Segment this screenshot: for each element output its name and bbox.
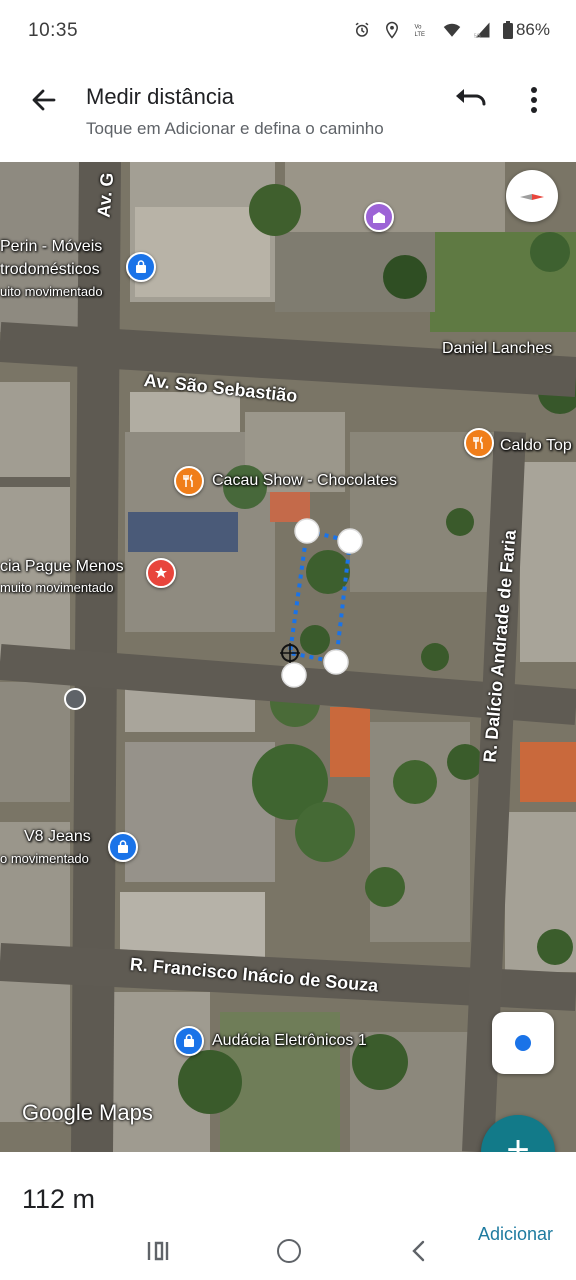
more-vert-icon[interactable] — [520, 82, 548, 118]
path-point-handle[interactable] — [323, 649, 349, 675]
bottom-panel: 112 m Adicionar — [0, 1152, 576, 1280]
page-title: Medir distância — [86, 84, 234, 109]
back-arrow-icon[interactable] — [26, 82, 62, 118]
undo-icon[interactable] — [452, 82, 490, 118]
location-icon — [385, 21, 398, 39]
svg-text:Vo: Vo — [414, 25, 422, 31]
path-point-handle[interactable] — [281, 662, 307, 688]
status-bar: 10:35 Vo LTE 5G 86% — [0, 0, 576, 64]
compass-icon — [520, 194, 544, 200]
app-header: Medir distância Toque em Adicionar e def… — [0, 64, 576, 162]
recents-icon[interactable] — [146, 1240, 170, 1262]
status-time: 10:35 — [28, 20, 79, 41]
my-location-icon — [515, 1035, 531, 1051]
battery-percent: 86% — [515, 20, 550, 39]
wifi-icon — [443, 23, 461, 37]
status-icons: Vo LTE 5G 86% — [353, 20, 550, 40]
crosshair-lines — [280, 643, 300, 663]
battery-indicator: 86% — [502, 20, 550, 40]
signal-5g-icon: 5G — [474, 22, 490, 40]
system-nav-bar — [0, 1228, 576, 1280]
svg-text:5G: 5G — [474, 34, 481, 40]
google-maps-logo: Google Maps — [22, 1100, 153, 1125]
measure-path — [287, 529, 353, 665]
page-subtitle: Toque em Adicionar e defina o caminho — [86, 119, 384, 138]
svg-text:LTE: LTE — [414, 32, 425, 38]
battery-icon — [502, 21, 513, 39]
home-icon[interactable] — [277, 1239, 301, 1263]
alarm-icon — [355, 22, 369, 37]
my-location-button[interactable] — [492, 1012, 554, 1074]
volte-icon: VoLTE — [414, 25, 425, 39]
distance-readout: 112 m — [22, 1184, 96, 1214]
path-point-handle[interactable] — [337, 528, 363, 554]
path-point-handle[interactable] — [294, 518, 320, 544]
satellite-map[interactable]: Av. G Av. São Sebastião R. Dalício Andra… — [0, 162, 576, 1152]
measure-path-overlay — [280, 518, 363, 688]
nav-back-icon[interactable] — [410, 1240, 428, 1262]
compass-button[interactable] — [506, 170, 558, 222]
